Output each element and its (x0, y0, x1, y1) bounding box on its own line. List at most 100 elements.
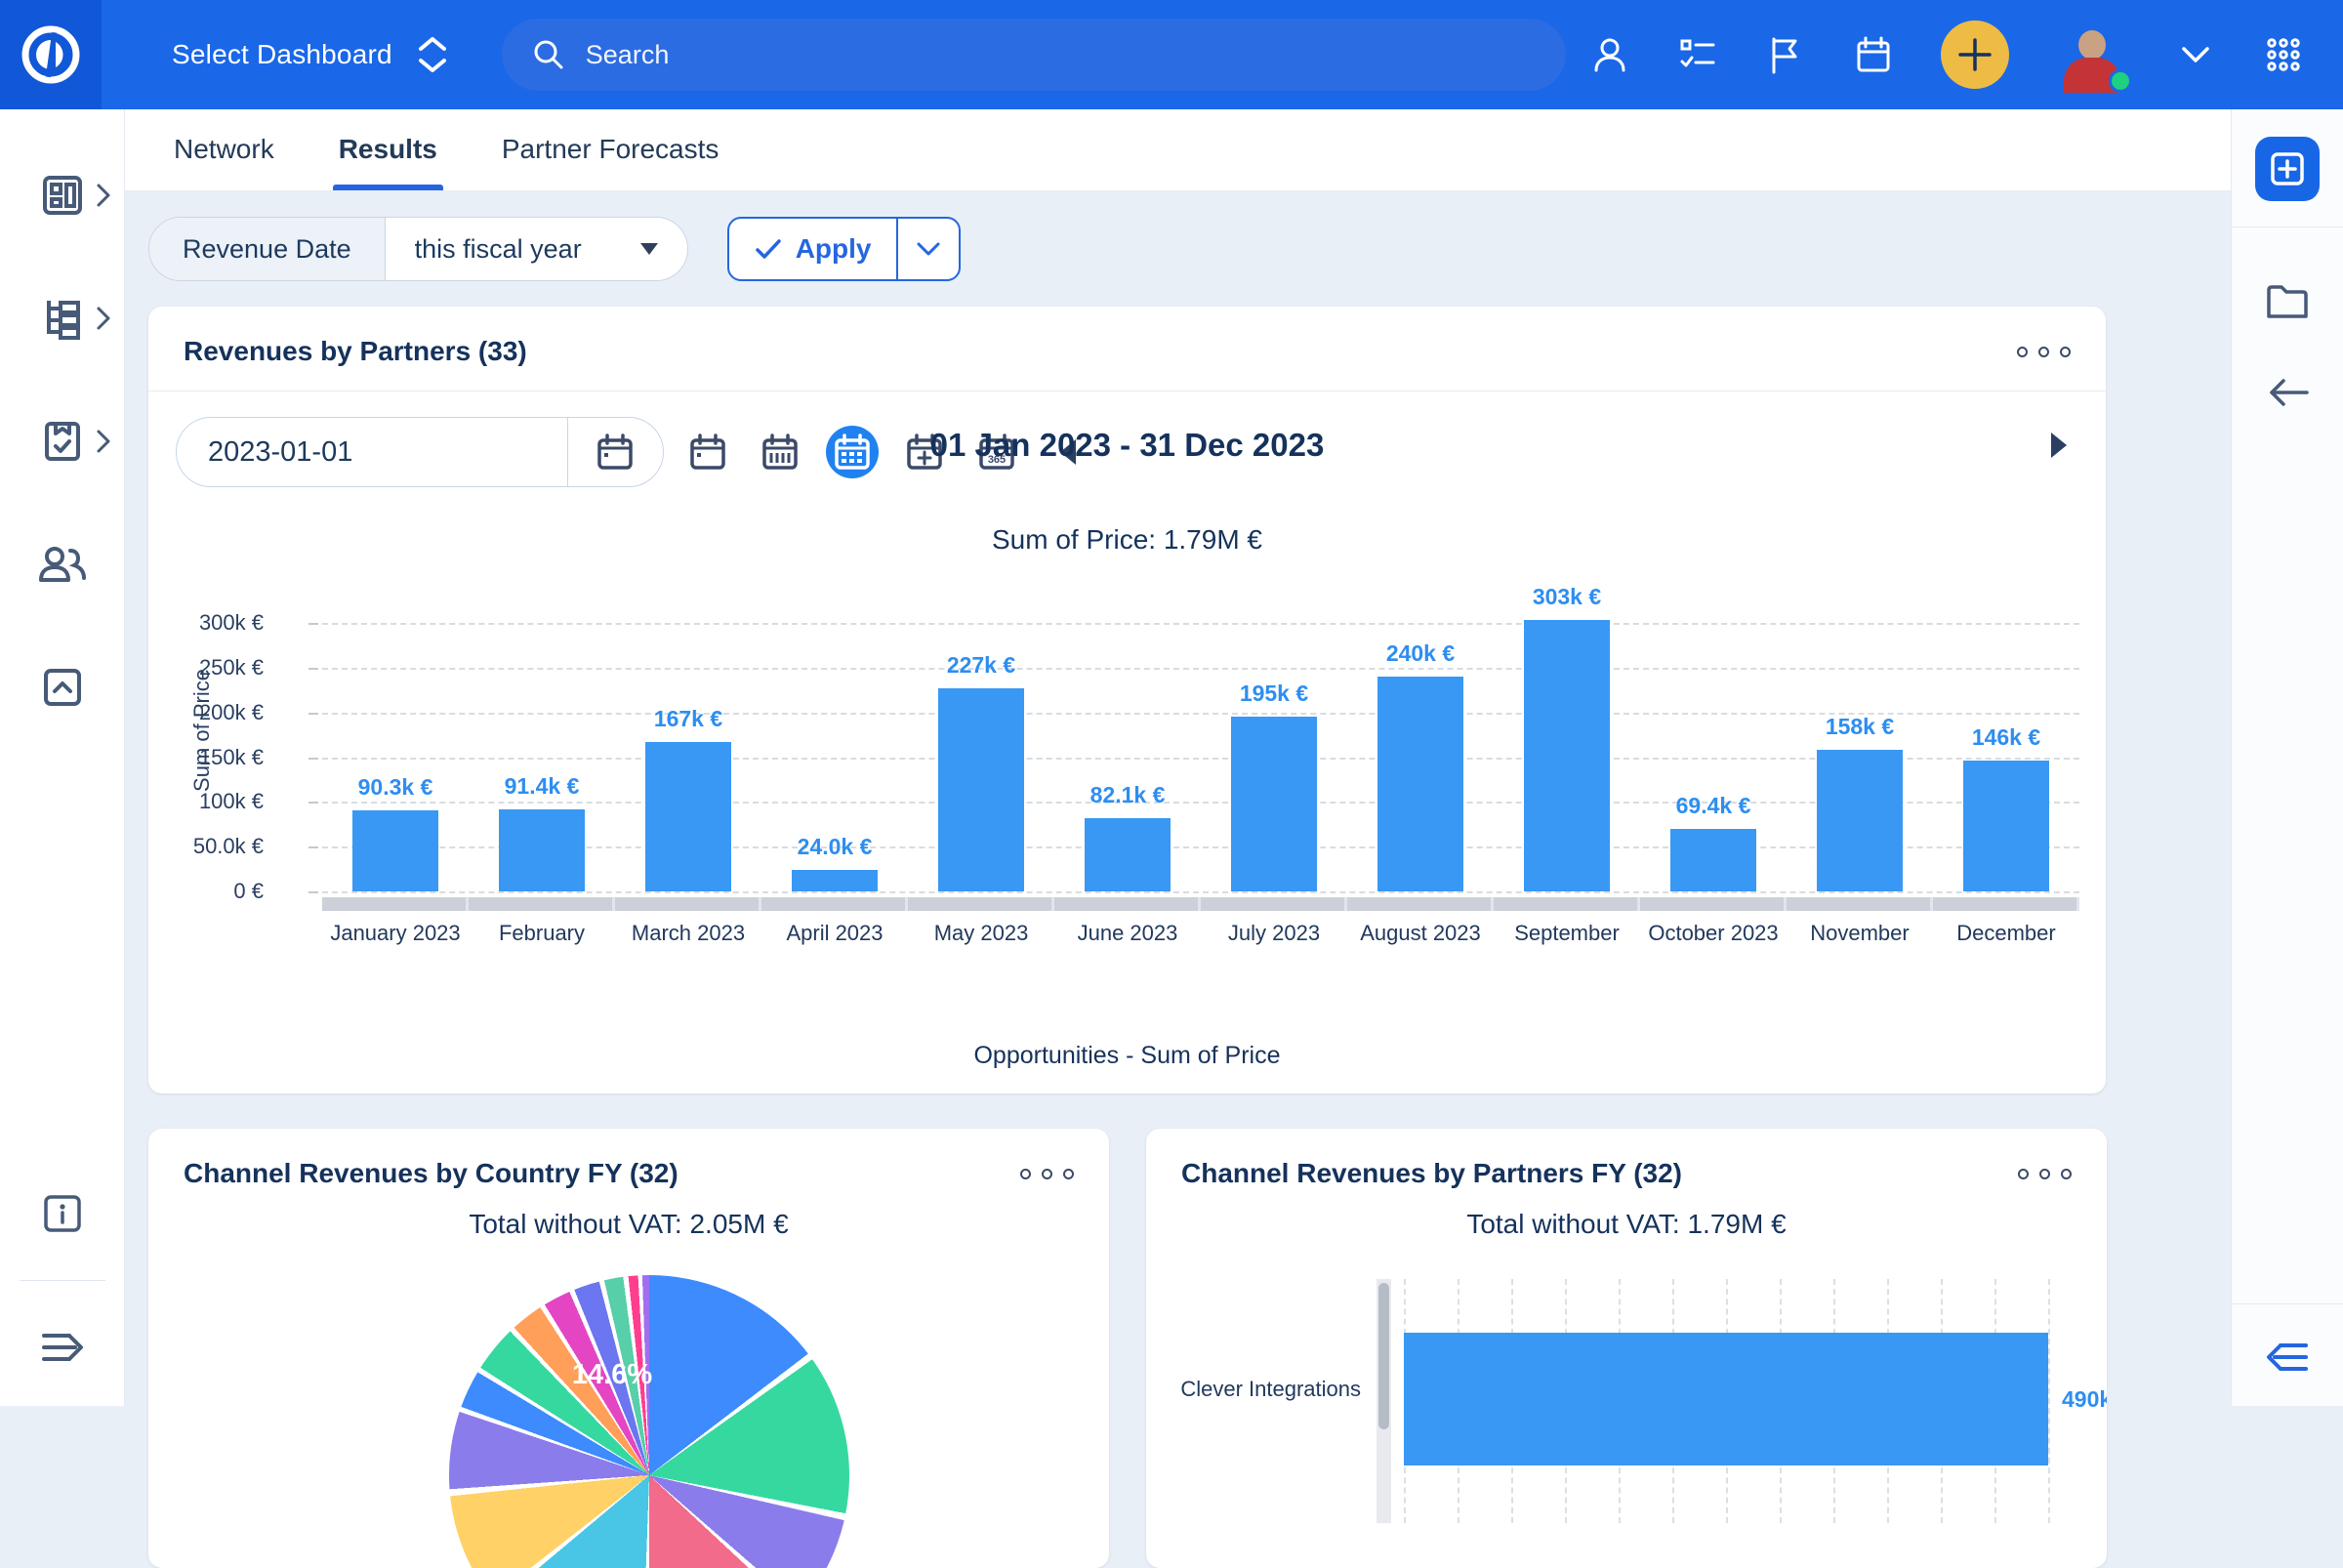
pie-graphic[interactable] (449, 1275, 849, 1568)
next-period-button[interactable] (2049, 431, 2071, 460)
sidebar-item-dashboards[interactable] (0, 164, 125, 227)
chart-footer-label: Opportunities - Sum of Price (148, 1042, 2106, 1070)
bar-October 2023[interactable] (1670, 829, 1756, 891)
triangle-right-icon (2049, 431, 2071, 460)
date-input[interactable] (177, 436, 567, 469)
bar-value-label: 69.4k € (1640, 793, 1787, 819)
chevron-right-icon (96, 306, 111, 331)
bar-September[interactable] (1524, 620, 1610, 891)
bar-February[interactable] (499, 809, 585, 891)
tab-partner-forecasts[interactable]: Partner Forecasts (502, 134, 719, 190)
dashboard-tabs: Network Results Partner Forecasts (125, 109, 2231, 191)
axis-tick (308, 846, 318, 848)
y-axis-tick-label: 300k € (127, 610, 264, 636)
search-input[interactable]: Search (502, 19, 1566, 91)
sidebar-item-hierarchy[interactable] (0, 287, 125, 350)
sidebar-item-export[interactable] (0, 656, 125, 719)
axis-tick (308, 891, 318, 893)
folder-button[interactable] (2264, 282, 2311, 321)
bar-July 2023[interactable] (1231, 717, 1317, 891)
add-widget-button[interactable] (2255, 137, 2320, 201)
x-axis-label: April 2023 (761, 921, 908, 946)
bar-August 2023[interactable] (1377, 677, 1463, 891)
clipboard-check-icon (37, 416, 88, 467)
online-status-dot (2109, 69, 2132, 93)
bar-December[interactable] (1963, 761, 2049, 891)
x-axis-label: May 2023 (908, 921, 1054, 946)
search-icon (531, 37, 566, 72)
collapse-panel-button[interactable] (2261, 1338, 2314, 1377)
y-axis-tick-label: 150k € (127, 745, 264, 770)
plot-area: 300k €250k €200k €150k €100k €50.0k €0 €… (322, 598, 2079, 891)
box-chevron-up-icon (37, 662, 88, 713)
gridline (2048, 1279, 2050, 1523)
date-range-title: 01 Jan 2023 - 31 Dec 2023 (930, 427, 1325, 464)
apply-split-button: Apply (727, 217, 962, 281)
channel-revenues-by-partners-widget: Channel Revenues by Partners FY (32) Tot… (1146, 1129, 2107, 1568)
dashboard-selector[interactable]: Select Dashboard (172, 36, 447, 73)
avatar[interactable] (2056, 19, 2128, 91)
arrow-left-icon (2264, 376, 2311, 409)
tab-results[interactable]: Results (339, 134, 437, 190)
tasks-icon[interactable] (1677, 34, 1718, 75)
gridline (322, 802, 2079, 804)
sidebar-bottom (0, 1182, 124, 1406)
bar-June 2023[interactable] (1085, 818, 1171, 891)
app-logo[interactable] (0, 0, 102, 109)
y-axis-tick-label: 0 € (127, 879, 264, 904)
axis-tick (308, 668, 318, 670)
apply-options-button[interactable] (898, 219, 959, 279)
quick-add-button[interactable] (1941, 21, 2009, 89)
date-filter: Revenue Date this fiscal year (148, 217, 688, 281)
dashboard-selector-label: Select Dashboard (172, 39, 392, 70)
calendar-week-button[interactable] (754, 426, 806, 478)
calendar-month-icon (832, 432, 873, 473)
sidebar-item-contacts[interactable] (0, 533, 125, 596)
profile-chevron-down-icon[interactable] (2175, 34, 2216, 75)
date-picker-button[interactable] (568, 417, 663, 487)
x-axis-label: February (469, 921, 615, 946)
x-axis-label: November (1787, 921, 1933, 946)
calendar-icon[interactable] (1853, 34, 1894, 75)
widget-title: Revenues by Partners (33) (184, 336, 527, 367)
bar-January 2023[interactable] (352, 810, 438, 891)
bar-value-label: 24.0k € (761, 834, 908, 860)
bar-May 2023[interactable] (938, 688, 1024, 891)
calendar-month-button[interactable] (826, 426, 879, 478)
widget-menu-button[interactable] (1020, 1169, 1074, 1179)
chart-scrollbar[interactable] (1377, 1279, 1391, 1523)
apps-grid-icon[interactable] (2263, 34, 2304, 75)
bar-value-label: 303k € (1494, 584, 1640, 610)
bar-value-label: 146k € (1933, 724, 2079, 751)
divider (2232, 1303, 2343, 1304)
widget-menu-button[interactable] (2018, 1169, 2072, 1179)
apply-button[interactable]: Apply (729, 219, 899, 279)
bar-March 2023[interactable] (645, 742, 731, 891)
calendar-day-button[interactable] (681, 426, 734, 478)
x-axis-scrollbar[interactable] (322, 897, 2079, 911)
filter-row: Revenue Date this fiscal year Apply (148, 217, 2207, 281)
pie-slice-label: 14.6% (534, 1359, 690, 1391)
user-icon[interactable] (1589, 34, 1630, 75)
gridline (322, 891, 2079, 893)
y-axis-tick-label: 200k € (127, 700, 264, 725)
left-sidebar (0, 109, 125, 1406)
fiscal-year-select[interactable]: this fiscal year (386, 218, 687, 280)
bar-Clever Integrations[interactable] (1404, 1333, 2048, 1465)
chevron-down-icon (916, 241, 941, 257)
bar-value-label: 90.3k € (322, 774, 469, 801)
sidebar-item-projects[interactable] (0, 410, 125, 473)
x-axis-label: January 2023 (322, 921, 469, 946)
gridline (322, 758, 2079, 760)
tab-network[interactable]: Network (174, 134, 274, 190)
info-button[interactable] (0, 1182, 125, 1245)
bar-April 2023[interactable] (792, 870, 878, 891)
expand-sidebar-button[interactable] (0, 1316, 125, 1379)
widget-menu-button[interactable] (2017, 347, 2071, 357)
date-controls: 365 01 Jan 2023 - 31 Dec 2023 (148, 392, 2106, 487)
flag-icon[interactable] (1765, 34, 1806, 75)
bar-November[interactable] (1817, 750, 1903, 891)
back-button[interactable] (2264, 376, 2311, 409)
x-axis-label: March 2023 (615, 921, 761, 946)
select-caret-icon (640, 243, 658, 255)
